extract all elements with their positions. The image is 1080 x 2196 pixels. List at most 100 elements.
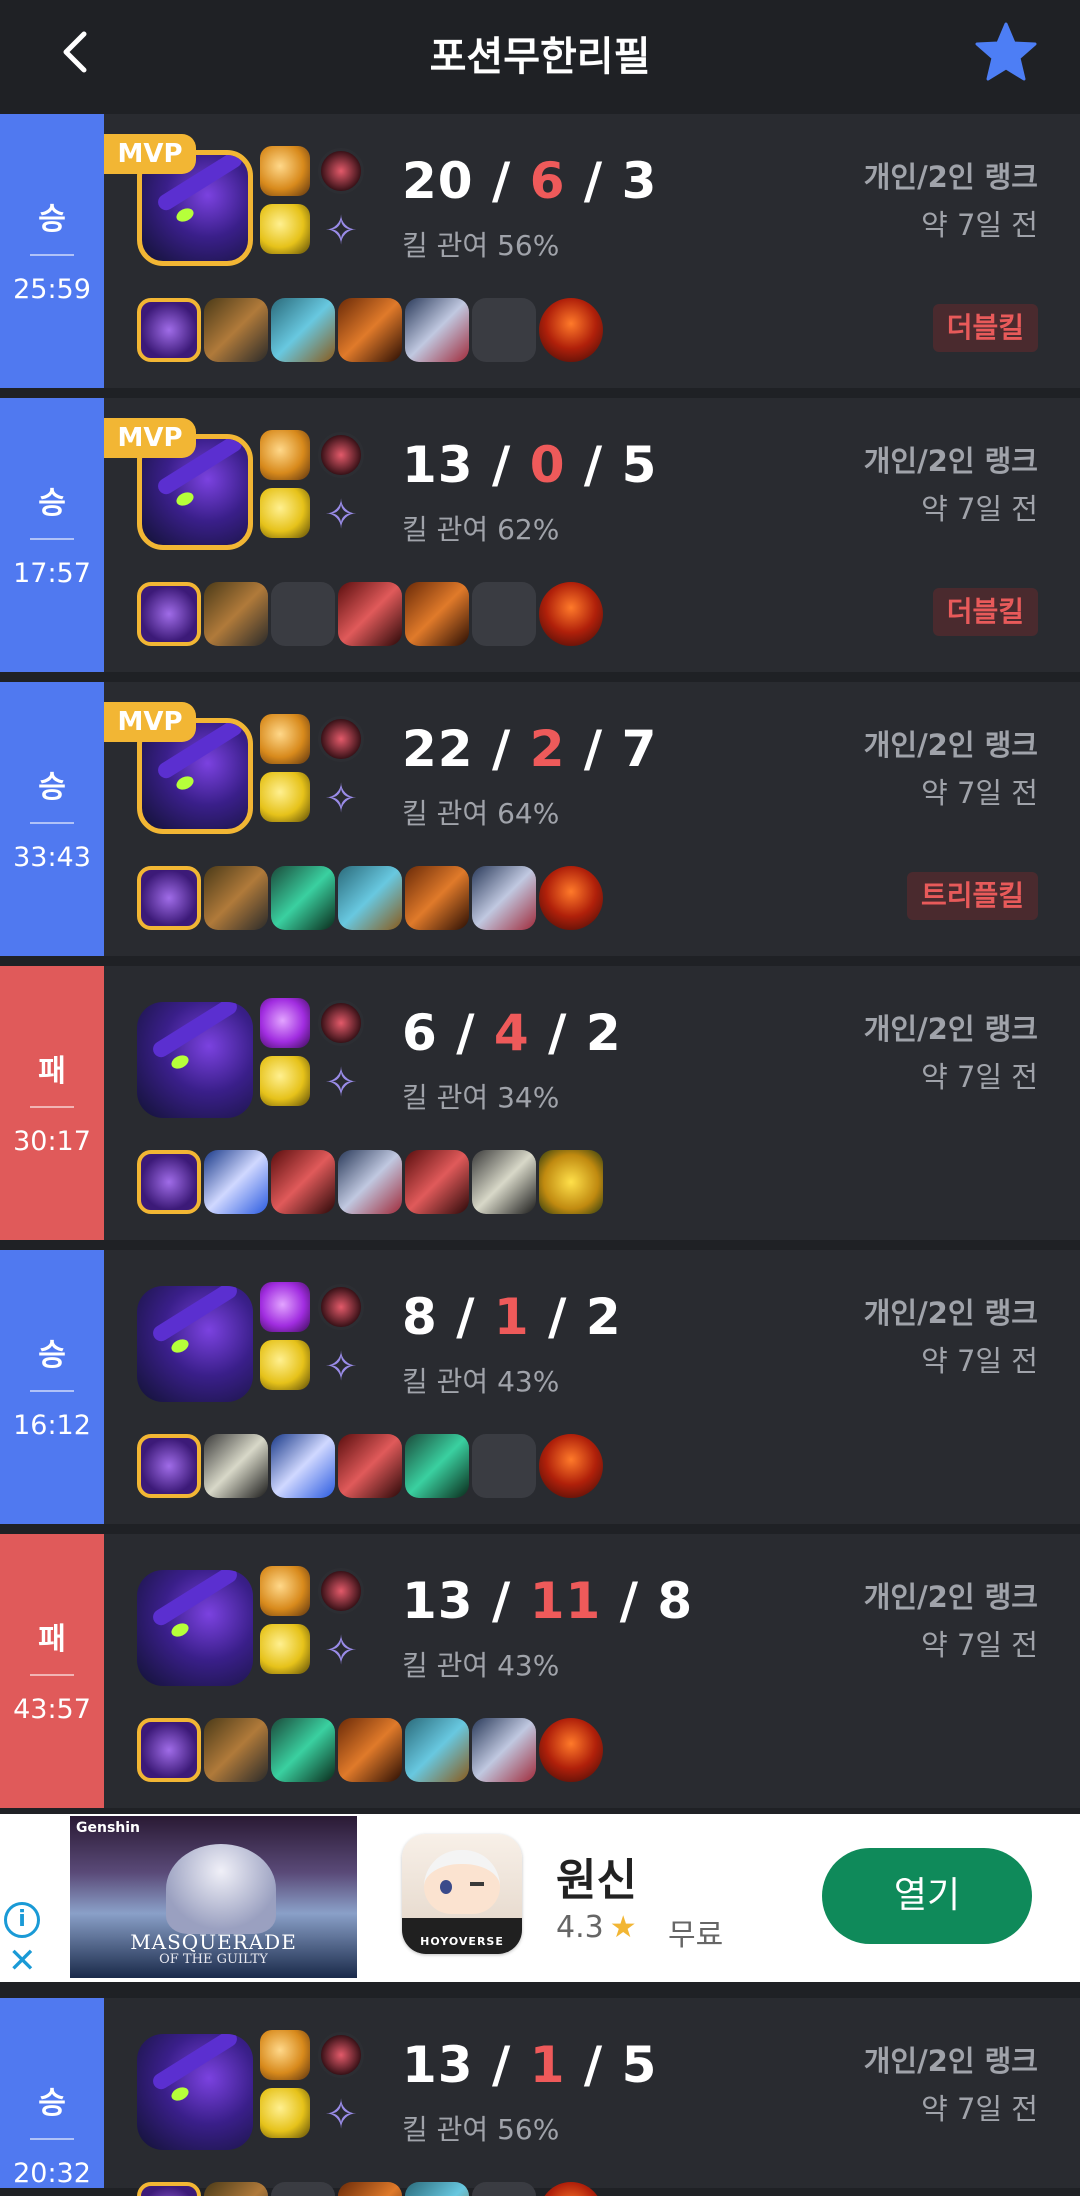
trinket-item-icon[interactable] [539,1434,603,1498]
open-button[interactable]: 열기 [822,1848,1032,1944]
item-icon[interactable] [405,1718,469,1782]
info-icon[interactable]: i [4,1902,40,1938]
item-icon[interactable] [204,1150,268,1214]
item-icon[interactable] [338,866,402,930]
trinket-item-icon[interactable] [539,2182,603,2196]
result-label: 승 [38,2086,66,2121]
item-icon[interactable] [204,866,268,930]
primary-rune-icon[interactable] [318,716,364,762]
summoner-spell-2-icon[interactable] [260,772,310,822]
match-card[interactable]: 승 16:12 ✧ 8 / 1 / 2 킬 관여 43% 개인/2인 랭크 약 7일 전 [0,1250,1080,1524]
item-icon[interactable] [338,582,402,646]
item-icon[interactable] [271,1150,335,1214]
secondary-rune-icon[interactable]: ✧ [318,208,364,254]
item-icon[interactable] [137,1718,201,1782]
item-icon[interactable] [405,866,469,930]
item-icon[interactable] [137,1150,201,1214]
item-icon[interactable] [338,1150,402,1214]
match-card[interactable]: 승 33:43 MVP ✧ 22 / 2 / 7 킬 관여 64% 개인/2인 랭크 약 7일… [0,682,1080,956]
item-icon[interactable] [405,1150,469,1214]
item-icon[interactable] [137,2182,201,2196]
summoner-spell-1-icon[interactable] [260,1282,310,1332]
item-icon[interactable] [405,2182,469,2196]
item-icon[interactable] [539,1150,603,1214]
empty-item-slot[interactable] [472,298,536,362]
empty-item-slot[interactable] [472,2182,536,2196]
trinket-item-icon[interactable] [539,298,603,362]
champion-portrait[interactable] [137,1002,253,1118]
trinket-item-icon[interactable] [539,1718,603,1782]
item-icon[interactable] [271,866,335,930]
primary-rune-icon[interactable] [318,1568,364,1614]
summoner-spell-1-icon[interactable] [260,146,310,196]
summoner-spell-1-icon[interactable] [260,2030,310,2080]
match-card[interactable]: 승 20:32 ✧ 13 / 1 / 5 킬 관여 56% 개인/2인 랭크 약 7일 전 [0,1998,1080,2196]
item-icon[interactable] [472,866,536,930]
star-icon[interactable] [974,20,1038,84]
match-card[interactable]: 패 30:17 ✧ 6 / 4 / 2 킬 관여 34% 개인/2인 랭크 약 7일 전 [0,966,1080,1240]
item-icon[interactable] [338,2182,402,2196]
item-icon[interactable] [204,1718,268,1782]
champion-portrait[interactable] [137,2034,253,2150]
item-icon[interactable] [405,1434,469,1498]
item-icon[interactable] [338,298,402,362]
secondary-rune-icon[interactable]: ✧ [318,2092,364,2138]
summoner-spell-1-icon[interactable] [260,430,310,480]
close-icon[interactable]: ✕ [8,1944,37,1978]
empty-item-slot[interactable] [271,2182,335,2196]
item-icon[interactable] [137,582,201,646]
ad-banner[interactable]: i ✕ Genshin MASQUERADE OF THE GUILTY HOY… [0,1814,1080,1982]
summoner-spell-2-icon[interactable] [260,1624,310,1674]
item-icon[interactable] [338,1434,402,1498]
summoner-spell-2-icon[interactable] [260,204,310,254]
empty-item-slot[interactable] [472,582,536,646]
champion-portrait[interactable] [137,1570,253,1686]
summoner-spell-2-icon[interactable] [260,488,310,538]
item-icon[interactable] [204,298,268,362]
item-icon[interactable] [204,2182,268,2196]
secondary-rune-icon[interactable]: ✧ [318,492,364,538]
item-icon[interactable] [204,1434,268,1498]
item-icon[interactable] [137,1434,201,1498]
match-card[interactable]: 승 17:57 MVP ✧ 13 / 0 / 5 킬 관여 62% 개인/2인 랭크 약 7일… [0,398,1080,672]
item-icon[interactable] [472,1718,536,1782]
item-icon[interactable] [204,582,268,646]
item-icon[interactable] [405,298,469,362]
result-divider [30,1106,74,1108]
match-card[interactable]: 승 25:59 MVP ✧ 20 / 6 / 3 킬 관여 56% 개인/2인 랭크 약 7일… [0,114,1080,388]
primary-rune-icon[interactable] [318,1000,364,1046]
primary-rune-icon[interactable] [318,148,364,194]
primary-rune-icon[interactable] [318,1284,364,1330]
item-icon[interactable] [137,866,201,930]
secondary-rune-icon[interactable]: ✧ [318,1060,364,1106]
item-icon[interactable] [271,298,335,362]
item-icon[interactable] [472,1150,536,1214]
summoner-spell-2-icon[interactable] [260,1056,310,1106]
item-icon[interactable] [271,1718,335,1782]
summoner-spell-1-icon[interactable] [260,1566,310,1616]
trinket-item-icon[interactable] [539,866,603,930]
trinket-item-icon[interactable] [539,582,603,646]
summoner-spell-2-icon[interactable] [260,1340,310,1390]
empty-item-slot[interactable] [472,1434,536,1498]
app-icon[interactable]: HOYOVERSE [402,1834,522,1954]
champion-portrait[interactable] [137,1286,253,1402]
empty-item-slot[interactable] [271,582,335,646]
primary-rune-icon[interactable] [318,432,364,478]
item-icon[interactable] [271,1434,335,1498]
match-card[interactable]: 패 43:57 ✧ 13 / 11 / 8 킬 관여 43% 개인/2인 랭크 약 7일 전 [0,1534,1080,1808]
secondary-rune-icon[interactable]: ✧ [318,1628,364,1674]
ad-banner-image[interactable]: Genshin MASQUERADE OF THE GUILTY [70,1816,357,1978]
summoner-spell-2-icon[interactable] [260,2088,310,2138]
summoner-spell-1-icon[interactable] [260,714,310,764]
kda-separator: / [492,436,512,494]
item-icon[interactable] [137,298,201,362]
ad-banner-figure [166,1844,276,1934]
secondary-rune-icon[interactable]: ✧ [318,776,364,822]
item-icon[interactable] [338,1718,402,1782]
secondary-rune-icon[interactable]: ✧ [318,1344,364,1390]
item-icon[interactable] [405,582,469,646]
primary-rune-icon[interactable] [318,2032,364,2078]
kda-separator: / [456,1288,476,1346]
summoner-spell-1-icon[interactable] [260,998,310,1048]
